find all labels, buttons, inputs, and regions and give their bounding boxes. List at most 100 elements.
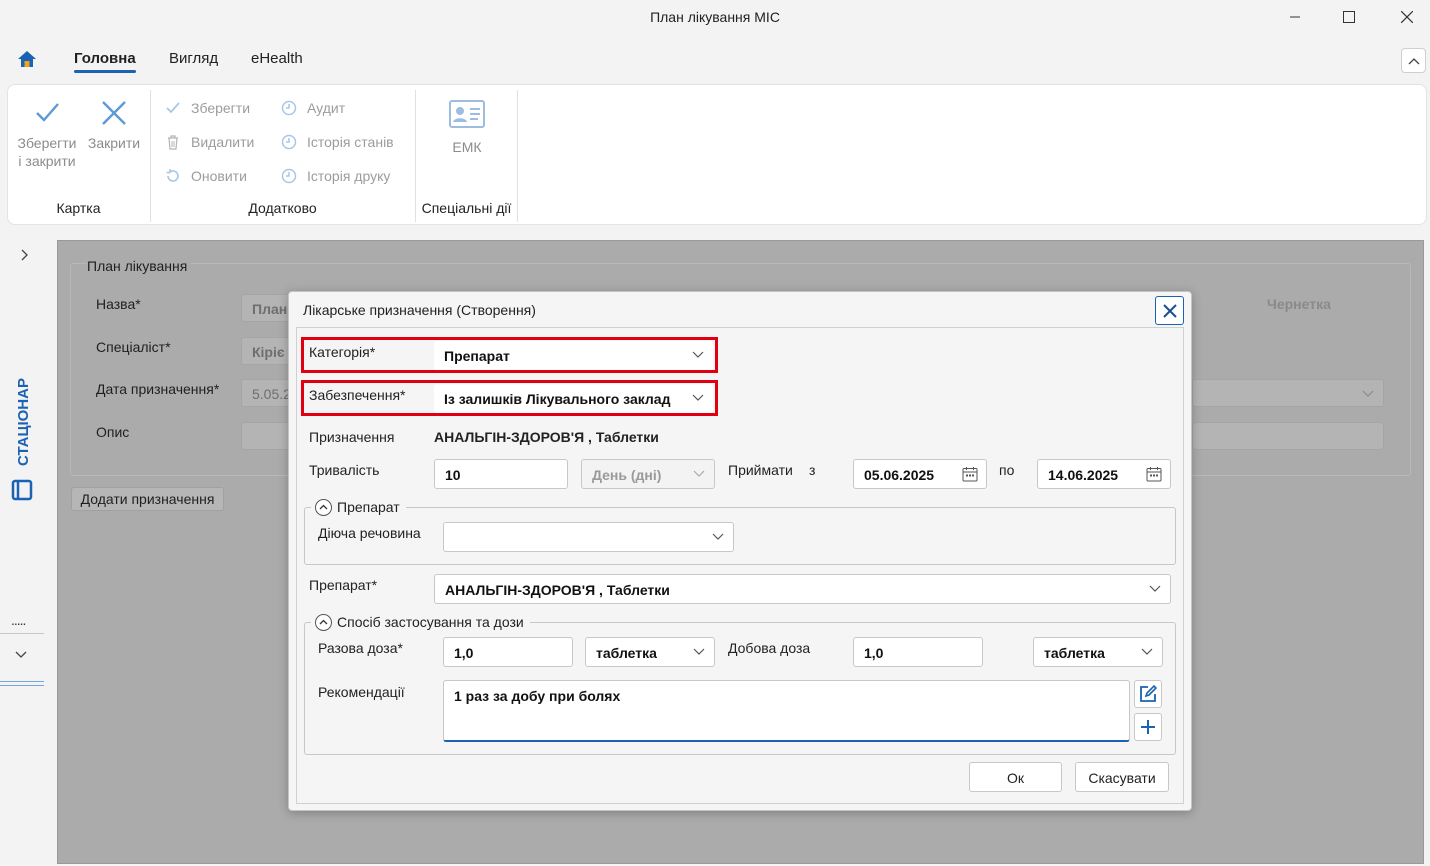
save-button[interactable]: Зберегти — [165, 100, 250, 116]
maximize-button[interactable] — [1326, 0, 1372, 34]
daily-dose-label: Добова доза — [728, 640, 811, 656]
recommendations-textarea[interactable]: 1 раз за добу при болях — [443, 680, 1130, 742]
calendar-icon — [1146, 467, 1162, 482]
dialog-close-button[interactable] — [1155, 296, 1184, 325]
trash-icon — [168, 135, 178, 150]
window-title: План лікування МІС — [650, 9, 780, 25]
daily-dose-input[interactable]: 1,0 — [853, 637, 983, 667]
close-button[interactable]: Закрити — [85, 100, 143, 152]
tab-home[interactable]: Головна — [74, 50, 136, 67]
emk-button[interactable]: ЕМК — [440, 100, 494, 156]
close-window-button[interactable] — [1384, 0, 1430, 34]
drug-value: АНАЛЬГІН-ЗДОРОВ'Я , Таблетки — [445, 582, 670, 598]
chevron-down-icon — [692, 394, 704, 401]
edit-icon — [1140, 685, 1157, 702]
prescription-label: Призначення — [309, 429, 395, 445]
single-dose-unit-select[interactable]: таблетка — [585, 637, 715, 667]
sidebar-more[interactable]: ..... — [11, 612, 26, 628]
chevron-down-icon — [692, 351, 704, 358]
id-card-icon — [449, 100, 485, 128]
single-dose-input[interactable]: 1,0 — [443, 637, 573, 667]
to-date-input[interactable]: 14.06.2025 — [1037, 459, 1171, 489]
close-icon — [1401, 11, 1413, 23]
collapse-icon[interactable] — [315, 613, 332, 631]
recommendations-label: Рекомендації — [318, 684, 405, 700]
maximize-icon — [1343, 11, 1355, 23]
save-close-label-1: Зберегти — [17, 135, 77, 151]
clock-icon — [281, 168, 297, 184]
supply-value: Із залишків Лікувального заклад — [444, 391, 671, 407]
audit-button[interactable]: Аудит — [281, 100, 345, 116]
drug-group-header[interactable]: Препарат — [311, 498, 406, 516]
edit-recommendation-button[interactable] — [1134, 680, 1162, 708]
delete-button[interactable]: Видалити — [165, 134, 254, 150]
print-history-button[interactable]: Історія друку — [281, 168, 390, 184]
tab-view[interactable]: Вигляд — [169, 50, 218, 67]
status-badge: Чернетка — [1267, 296, 1331, 312]
drug-group-title: Препарат — [337, 499, 400, 515]
tab-ehealth[interactable]: eHealth — [251, 50, 303, 67]
refresh-icon — [166, 169, 179, 182]
save-close-button[interactable]: Зберегти і закрити — [14, 100, 80, 170]
add-prescription-button[interactable]: Додати призначення — [71, 487, 224, 511]
substance-label: Діюча речовина — [318, 525, 421, 541]
category-label: Категорія* — [309, 344, 376, 360]
chevron-down-icon — [15, 651, 27, 658]
expand-sidebar-button[interactable] — [16, 246, 32, 267]
dialog-title: Лікарське призначення (Створення) — [303, 302, 536, 318]
status-history-label: Історія станів — [307, 134, 394, 150]
close-x-icon — [102, 101, 126, 125]
supply-label: Забезпечення* — [309, 387, 406, 403]
sidebar-dropdown-button[interactable] — [13, 648, 29, 665]
sidebar-divider — [0, 681, 44, 682]
chevron-down-icon — [1362, 390, 1374, 397]
specialist-label: Спеціаліст* — [96, 339, 171, 355]
plus-icon — [1141, 720, 1155, 734]
chevron-down-icon — [712, 533, 724, 540]
cancel-button[interactable]: Скасувати — [1075, 762, 1169, 792]
single-dose-label: Разова доза* — [318, 640, 403, 656]
duration-unit-select[interactable]: День (дні) — [581, 459, 715, 489]
ribbon-separator — [517, 90, 518, 222]
refresh-button[interactable]: Оновити — [165, 168, 247, 184]
collapse-icon[interactable] — [315, 498, 332, 516]
status-history-button[interactable]: Історія станів — [281, 134, 394, 150]
prescription-value: АНАЛЬГІН-ЗДОРОВ'Я , Таблетки — [434, 429, 659, 445]
plan-name-label: Назва* — [96, 296, 141, 312]
daily-dose-unit-select[interactable]: таблетка — [1033, 637, 1163, 667]
drug-groupbox — [304, 507, 1176, 565]
category-value: Препарат — [444, 348, 510, 364]
ok-button[interactable]: Ок — [969, 762, 1062, 792]
active-tab-indicator — [74, 70, 136, 73]
from-label: з — [809, 462, 816, 478]
chevron-down-icon — [1141, 648, 1153, 655]
duration-input[interactable]: 10 — [434, 459, 568, 489]
category-select[interactable]: Препарат — [434, 341, 713, 370]
substance-select[interactable] — [443, 522, 734, 552]
minimize-button[interactable] — [1272, 0, 1318, 34]
supply-select[interactable]: Із залишків Лікувального заклад — [434, 384, 713, 413]
dose-group-header[interactable]: Спосіб застосування та дози — [311, 613, 530, 631]
from-date-input[interactable]: 05.06.2025 — [853, 459, 987, 489]
description-field-right[interactable] — [1192, 422, 1384, 450]
drug-label: Препарат* — [309, 577, 378, 593]
chevron-down-icon — [693, 470, 705, 477]
plan-combo-field[interactable] — [1192, 379, 1384, 407]
description-label: Опис — [96, 424, 130, 440]
dose-group-title: Спосіб застосування та дози — [337, 614, 524, 630]
chevron-down-icon — [1149, 585, 1161, 592]
chevron-down-icon — [693, 648, 705, 655]
collapse-ribbon-button[interactable] — [1401, 48, 1426, 73]
delete-label: Видалити — [191, 134, 255, 150]
sidebar-label-text: СТАЦІОНАР — [15, 378, 32, 466]
drug-select[interactable]: АНАЛЬГІН-ЗДОРОВ'Я , Таблетки — [434, 574, 1171, 604]
date-label: Дата призначення* — [96, 381, 220, 397]
save-close-label-2: і закрити — [18, 153, 76, 169]
to-date-value: 14.06.2025 — [1048, 467, 1119, 483]
chevron-right-icon — [21, 249, 28, 261]
print-history-label: Історія друку — [307, 168, 391, 184]
clock-icon — [281, 100, 297, 116]
home-icon[interactable] — [17, 50, 37, 71]
add-recommendation-button[interactable] — [1134, 713, 1162, 741]
clock-icon — [281, 134, 297, 150]
